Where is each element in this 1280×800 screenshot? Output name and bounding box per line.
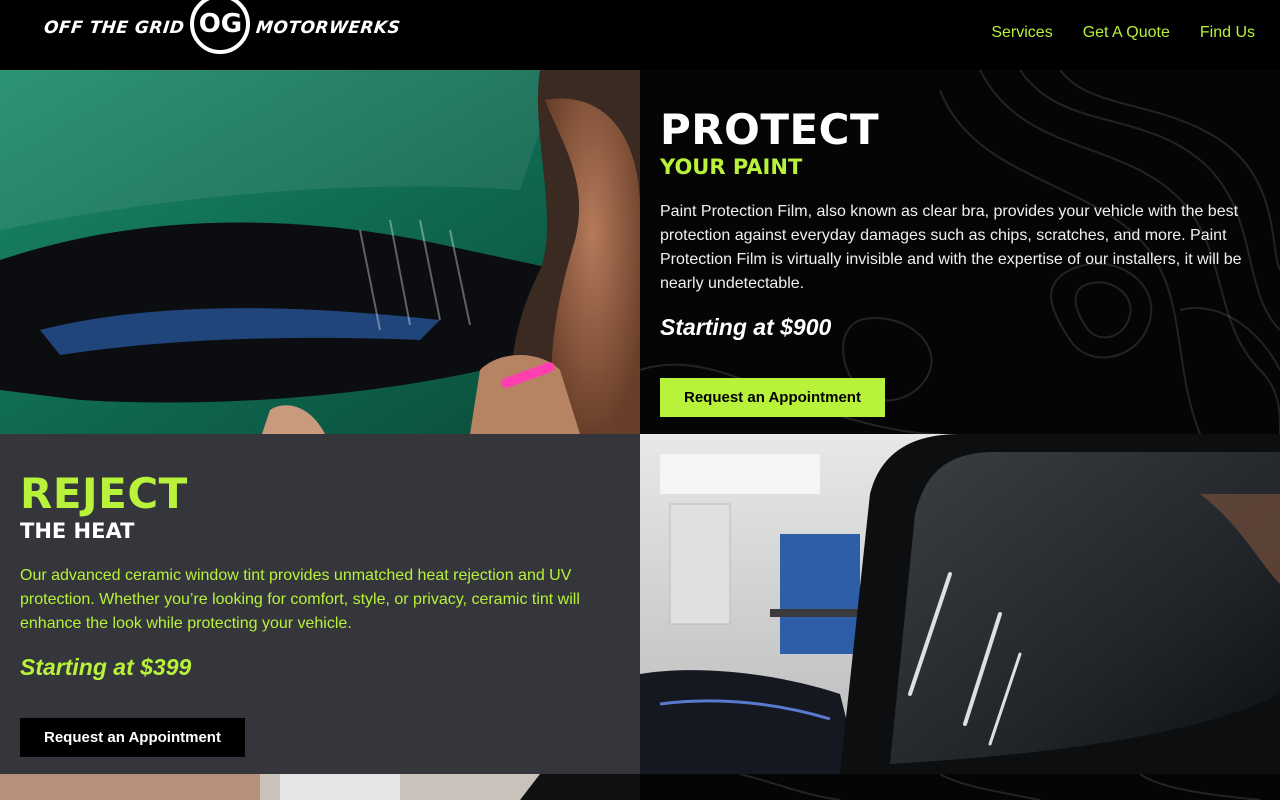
tint-request-appointment-button[interactable]: Request an Appointment: [20, 718, 245, 757]
logo-badge: OG: [190, 0, 251, 54]
ppf-price: Starting at $900: [660, 314, 832, 340]
ppf-subheading: YOUR PAINT: [660, 155, 803, 179]
ppf-description: Paint Protection Film, also known as cle…: [660, 203, 1242, 292]
tint-content: REJECT THE HEAT Our advanced ceramic win…: [20, 472, 620, 757]
logo-left-text: OFF THE GRID: [42, 18, 186, 38]
tint-section: REJECT THE HEAT Our advanced ceramic win…: [0, 434, 640, 774]
window-tint-photo: [640, 434, 1280, 774]
tint-heading: REJECT: [20, 469, 188, 518]
tint-photo-illustration: [640, 434, 1280, 774]
ppf-request-appointment-button[interactable]: Request an Appointment: [660, 378, 885, 417]
ppf-heading: PROTECT: [660, 105, 880, 154]
ppf-content: PROTECT YOUR PAINT Paint Protection Film…: [660, 108, 1260, 417]
logo-right-text: MOTORWERKS: [255, 18, 402, 38]
ppf-photo-illustration: [0, 70, 640, 434]
nav-get-a-quote-link[interactable]: Get A Quote: [1083, 24, 1170, 42]
bottom-right-topographic-background: [739, 774, 1261, 800]
site-logo[interactable]: OFF THE GRID OG MOTORWERKS: [42, 0, 402, 56]
bottom-left-photo-illustration: [0, 774, 640, 800]
bottom-left-photo: [0, 774, 640, 800]
nav-find-us-link[interactable]: Find Us: [1200, 24, 1255, 42]
tint-subheading: THE HEAT: [20, 519, 135, 543]
tint-price: Starting at $399: [20, 654, 192, 680]
ppf-section: PROTECT YOUR PAINT Paint Protection Film…: [640, 70, 1280, 434]
site-header: OFF THE GRID OG MOTORWERKS Services Get …: [0, 0, 1280, 70]
tint-description: Our advanced ceramic window tint provide…: [20, 567, 580, 632]
ppf-install-photo: [0, 70, 640, 434]
main-nav: Services Get A Quote Find Us: [991, 24, 1255, 42]
nav-services-link[interactable]: Services: [991, 24, 1052, 42]
bottom-right-section: [640, 774, 1280, 800]
